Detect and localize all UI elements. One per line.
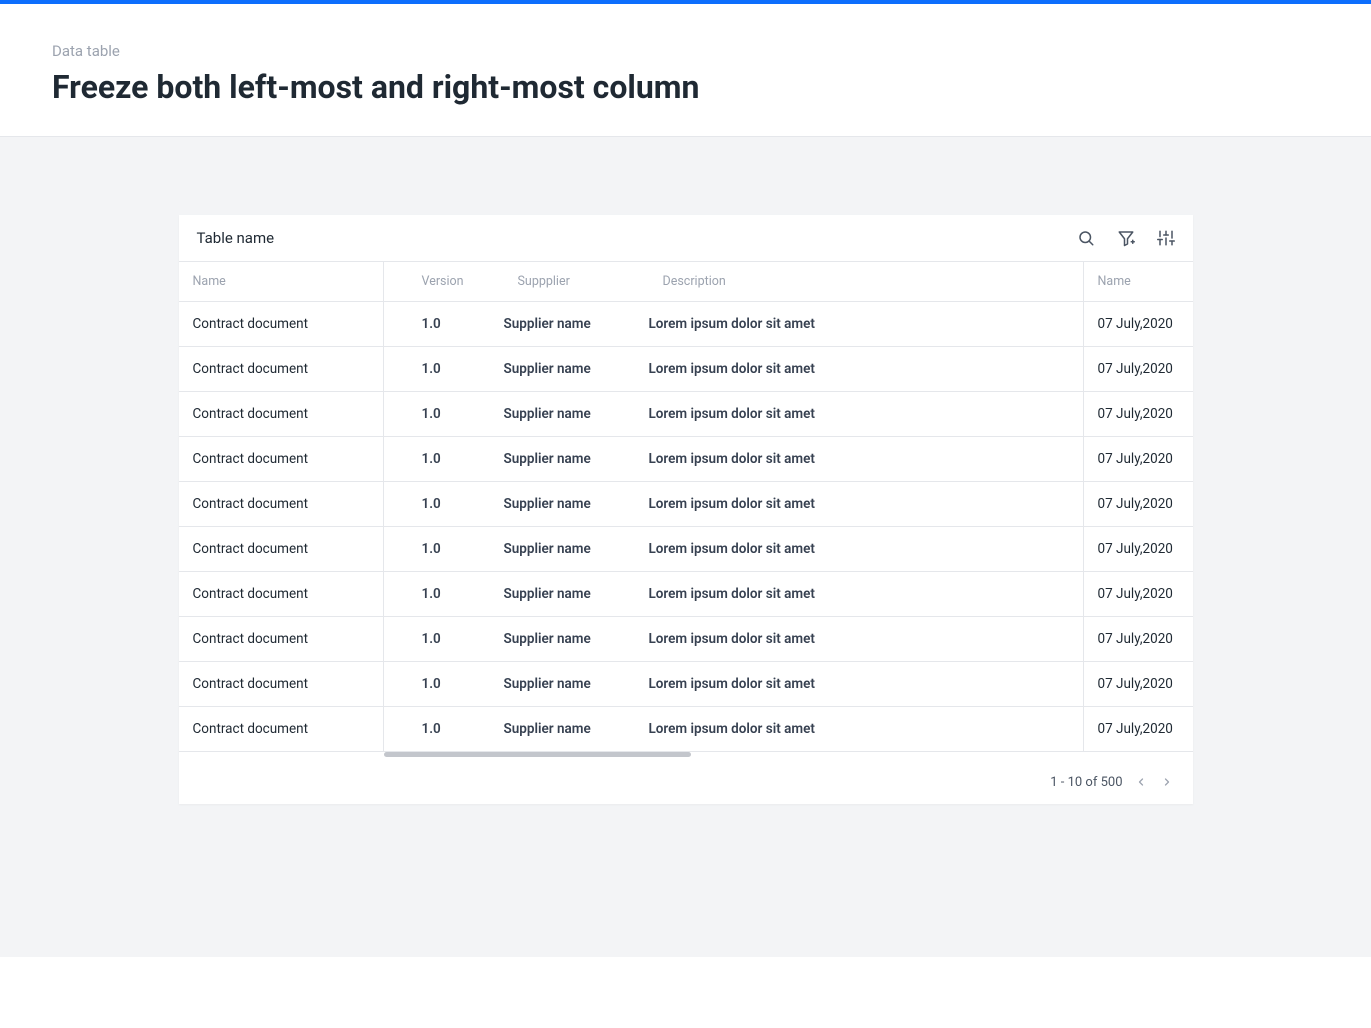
cell-description: Lorem ipsum dolor sit amet	[649, 437, 1083, 481]
cell-name-right: 07 July,2020	[1083, 392, 1193, 436]
cell-description: Lorem ipsum dolor sit amet	[649, 617, 1083, 661]
col-header-supplier[interactable]: Suppplier	[504, 262, 649, 301]
table-wrap: Name Version Suppplier Description Name …	[179, 261, 1193, 760]
cell-version: 1.0	[384, 437, 504, 481]
toolbar-actions	[1077, 229, 1175, 247]
horizontal-scrollbar[interactable]	[384, 752, 1083, 760]
cell-name-left: Contract document	[179, 392, 384, 436]
cell-name-left: Contract document	[179, 347, 384, 391]
cell-name-left: Contract document	[179, 527, 384, 571]
cell-supplier: Supplier name	[504, 662, 649, 706]
table-header-row: Name Version Suppplier Description Name	[179, 261, 1193, 302]
table-card: Table name Name Version Suppplier Descri…	[179, 215, 1193, 804]
cell-name-left: Contract document	[179, 707, 384, 751]
table-row[interactable]: Contract document1.0Supplier nameLorem i…	[179, 527, 1193, 572]
cell-name-left: Contract document	[179, 617, 384, 661]
cell-version: 1.0	[384, 392, 504, 436]
search-icon[interactable]	[1077, 229, 1095, 247]
filter-add-icon[interactable]	[1117, 229, 1135, 247]
cell-name-left: Contract document	[179, 482, 384, 526]
table-row[interactable]: Contract document1.0Supplier nameLorem i…	[179, 482, 1193, 527]
cell-version: 1.0	[384, 617, 504, 661]
table-body: Contract document1.0Supplier nameLorem i…	[179, 302, 1193, 752]
cell-supplier: Supplier name	[504, 392, 649, 436]
table-title: Table name	[197, 229, 275, 247]
pager-prev[interactable]	[1133, 774, 1149, 790]
cell-name-right: 07 July,2020	[1083, 662, 1193, 706]
cell-name-left: Contract document	[179, 302, 384, 346]
cell-supplier: Supplier name	[504, 302, 649, 346]
cell-name-right: 07 July,2020	[1083, 302, 1193, 346]
cell-description: Lorem ipsum dolor sit amet	[649, 482, 1083, 526]
cell-version: 1.0	[384, 302, 504, 346]
cell-name-right: 07 July,2020	[1083, 347, 1193, 391]
page-title: Freeze both left-most and right-most col…	[52, 68, 1319, 106]
table-row[interactable]: Contract document1.0Supplier nameLorem i…	[179, 437, 1193, 482]
cell-name-right: 07 July,2020	[1083, 482, 1193, 526]
cell-version: 1.0	[384, 482, 504, 526]
cell-supplier: Supplier name	[504, 437, 649, 481]
cell-version: 1.0	[384, 347, 504, 391]
cell-name-right: 07 July,2020	[1083, 707, 1193, 751]
horizontal-scrollbar-thumb[interactable]	[384, 752, 692, 757]
settings-sliders-icon[interactable]	[1157, 229, 1175, 247]
col-header-name-left[interactable]: Name	[179, 262, 384, 301]
cell-name-left: Contract document	[179, 662, 384, 706]
cell-name-right: 07 July,2020	[1083, 572, 1193, 616]
page-eyebrow: Data table	[52, 42, 1319, 60]
cell-version: 1.0	[384, 707, 504, 751]
table-row[interactable]: Contract document1.0Supplier nameLorem i…	[179, 662, 1193, 707]
col-header-version[interactable]: Version	[384, 262, 504, 301]
pager-range: 1 - 10 of 500	[1050, 775, 1122, 790]
cell-supplier: Supplier name	[504, 572, 649, 616]
cell-name-left: Contract document	[179, 572, 384, 616]
table-row[interactable]: Contract document1.0Supplier nameLorem i…	[179, 392, 1193, 437]
cell-description: Lorem ipsum dolor sit amet	[649, 662, 1083, 706]
table-row[interactable]: Contract document1.0Supplier nameLorem i…	[179, 302, 1193, 347]
cell-description: Lorem ipsum dolor sit amet	[649, 392, 1083, 436]
col-header-description[interactable]: Description	[649, 262, 1083, 301]
cell-supplier: Supplier name	[504, 707, 649, 751]
pager-bar: 1 - 10 of 500	[179, 760, 1193, 804]
table-row[interactable]: Contract document1.0Supplier nameLorem i…	[179, 707, 1193, 752]
cell-supplier: Supplier name	[504, 617, 649, 661]
cell-supplier: Supplier name	[504, 482, 649, 526]
cell-description: Lorem ipsum dolor sit amet	[649, 302, 1083, 346]
cell-description: Lorem ipsum dolor sit amet	[649, 707, 1083, 751]
cell-name-right: 07 July,2020	[1083, 437, 1193, 481]
cell-description: Lorem ipsum dolor sit amet	[649, 527, 1083, 571]
table-row[interactable]: Contract document1.0Supplier nameLorem i…	[179, 572, 1193, 617]
cell-description: Lorem ipsum dolor sit amet	[649, 572, 1083, 616]
cell-name-right: 07 July,2020	[1083, 527, 1193, 571]
cell-version: 1.0	[384, 527, 504, 571]
cell-supplier: Supplier name	[504, 527, 649, 571]
table-row[interactable]: Contract document1.0Supplier nameLorem i…	[179, 617, 1193, 662]
col-header-name-right[interactable]: Name	[1083, 262, 1193, 301]
cell-name-left: Contract document	[179, 437, 384, 481]
page-header: Data table Freeze both left-most and rig…	[0, 4, 1371, 137]
table-row[interactable]: Contract document1.0Supplier nameLorem i…	[179, 347, 1193, 392]
cell-description: Lorem ipsum dolor sit amet	[649, 347, 1083, 391]
cell-name-right: 07 July,2020	[1083, 617, 1193, 661]
cell-version: 1.0	[384, 572, 504, 616]
canvas: Table name Name Version Suppplier Descri…	[0, 137, 1371, 957]
cell-version: 1.0	[384, 662, 504, 706]
pager-next[interactable]	[1159, 774, 1175, 790]
table-toolbar: Table name	[179, 215, 1193, 261]
cell-supplier: Supplier name	[504, 347, 649, 391]
